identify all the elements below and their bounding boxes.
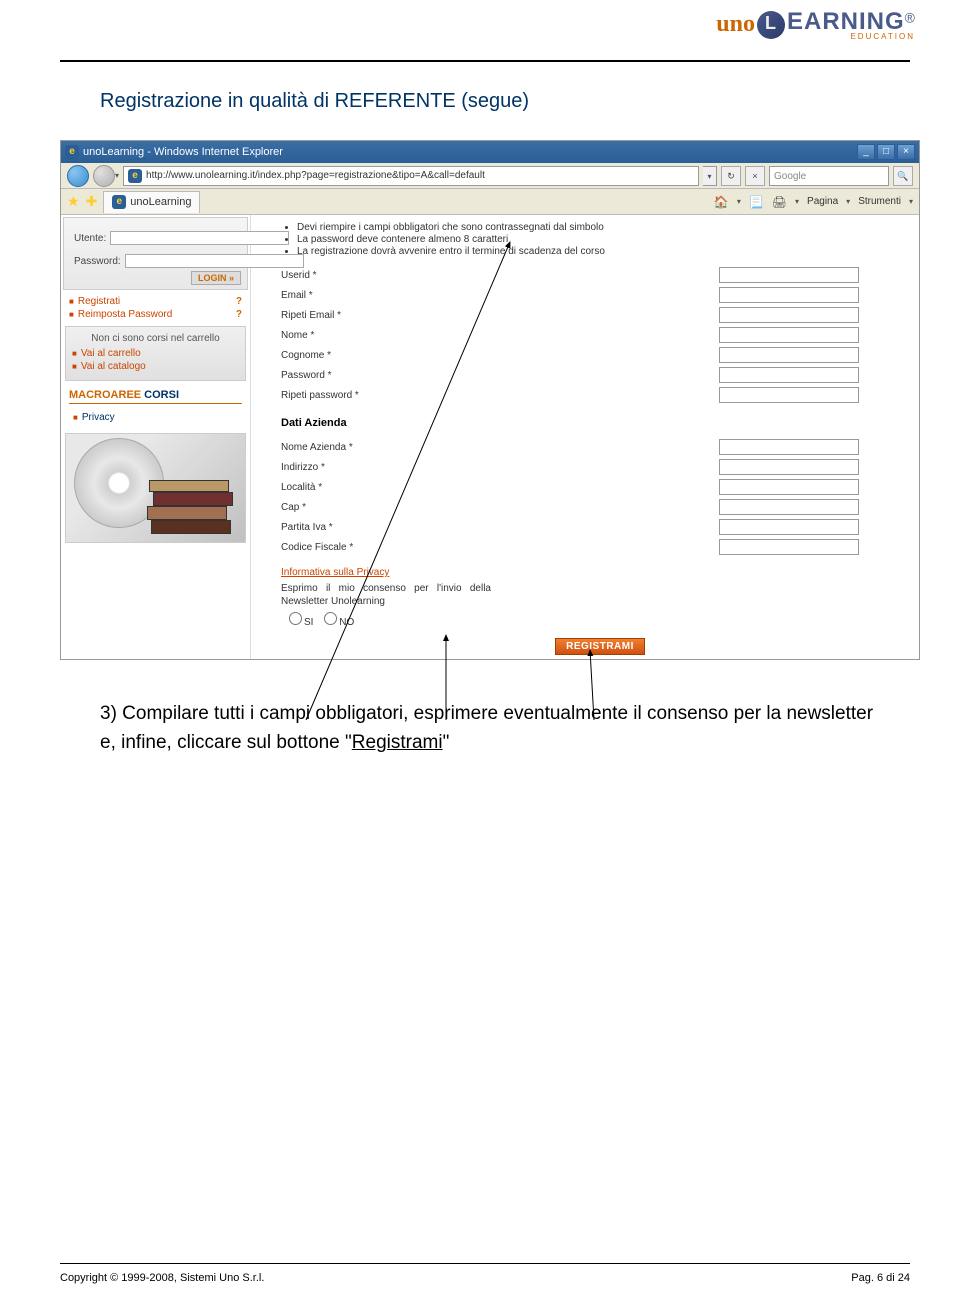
field-label: Password * — [281, 370, 461, 381]
field-label: Ripeti password * — [281, 390, 461, 401]
partita-iva-input[interactable] — [719, 519, 859, 535]
userid-input[interactable] — [719, 267, 859, 283]
header-rule — [60, 60, 910, 62]
utente-label: Utente: — [74, 233, 106, 244]
maximize-button[interactable]: □ — [877, 144, 895, 160]
logo-earning: EARNING — [787, 8, 905, 35]
books-icon — [147, 474, 237, 534]
instruction-text: 3) Compilare tutti i campi obbligatori, … — [100, 700, 880, 757]
registrami-reference: Registrami — [352, 732, 443, 753]
consent-text: Esprimo il mio consenso per l'invio dell… — [281, 582, 491, 608]
dati-azienda-header: Dati Azienda — [281, 417, 859, 429]
consent-si-radio[interactable] — [289, 612, 302, 625]
add-favorite-icon[interactable]: ✚ — [86, 193, 98, 210]
cart-empty-text: Non ci sono corsi nel carrello — [72, 333, 239, 344]
tab-favicon-icon: e — [112, 195, 126, 209]
tab-label: unoLearning — [130, 196, 191, 208]
url-input[interactable]: ehttp://www.unolearning.it/index.php?pag… — [123, 166, 699, 186]
vai-carrello-link[interactable]: ■Vai al carrello — [72, 348, 239, 359]
sidebar: Utente: Password: LOGIN » ■Registrati? ■… — [61, 215, 251, 659]
consent-no-radio[interactable] — [324, 612, 337, 625]
page-menu[interactable]: Pagina — [807, 196, 838, 207]
ie-tab-bar: ★ ✚ e unoLearning 🏠▾ 📃 🖨▾ Pagina▾ Strume… — [61, 189, 919, 215]
back-button[interactable] — [67, 165, 89, 187]
page-content: Utente: Password: LOGIN » ■Registrati? ■… — [61, 215, 919, 659]
field-label: Cognome * — [281, 350, 461, 361]
field-label: Cap * — [281, 502, 461, 513]
cap-input[interactable] — [719, 499, 859, 515]
url-dropdown[interactable]: ▾ — [703, 166, 717, 186]
search-button[interactable]: 🔍 — [893, 166, 913, 186]
ripeti-password-field[interactable] — [719, 387, 859, 403]
browser-tab[interactable]: e unoLearning — [103, 191, 200, 213]
decorative-image — [65, 433, 246, 543]
footer-rule — [60, 1263, 910, 1264]
print-icon[interactable]: 🖨 — [772, 195, 787, 209]
refresh-button[interactable]: ↻ — [721, 166, 741, 186]
consent-radios: SI NO — [281, 612, 859, 628]
list-item: La registrazione dovrà avvenire entro il… — [297, 246, 859, 257]
ripeti-email-input[interactable] — [719, 307, 859, 323]
field-label: Indirizzo * — [281, 462, 461, 473]
favorites-icon[interactable]: ★ — [67, 193, 80, 210]
embedded-screenshot: e unoLearning - Windows Internet Explore… — [60, 140, 920, 660]
field-label: Nome * — [281, 330, 461, 341]
tools-menu[interactable]: Strumenti — [858, 196, 901, 207]
localita-input[interactable] — [719, 479, 859, 495]
help-icon[interactable]: ? — [236, 309, 242, 320]
login-button[interactable]: LOGIN » — [191, 271, 241, 285]
privacy-item[interactable]: ■Privacy — [73, 412, 238, 423]
field-label: Partita Iva * — [281, 522, 461, 533]
field-label: Userid * — [281, 270, 461, 281]
email-input[interactable] — [719, 287, 859, 303]
forward-button[interactable]: ▾ — [93, 165, 119, 187]
macroaree-header: MACROAREE CORSI — [69, 389, 242, 401]
vai-catalogo-link[interactable]: ■Vai al catalogo — [72, 361, 239, 372]
help-icon[interactable]: ? — [236, 296, 242, 307]
field-label: Email * — [281, 290, 461, 301]
logo-uno: uno — [716, 11, 755, 38]
home-icon[interactable]: 🏠 — [714, 195, 729, 209]
privacy-link[interactable]: Informativa sulla Privacy — [281, 567, 859, 578]
list-item: La password deve contenere almeno 8 cara… — [297, 234, 859, 245]
logo-registered: ® — [905, 10, 915, 26]
search-input[interactable]: Google — [769, 166, 889, 186]
ie-titlebar: e unoLearning - Windows Internet Explore… — [61, 141, 919, 163]
password-field[interactable] — [719, 367, 859, 383]
minimize-button[interactable]: _ — [857, 144, 875, 160]
logo-circle-icon — [757, 11, 785, 39]
field-label: Località * — [281, 482, 461, 493]
page-header-logo: uno EARNING® EDUCATION — [716, 8, 915, 41]
window-title: unoLearning - Windows Internet Explorer — [83, 146, 283, 158]
list-item: Devi riempire i campi obbligatori che so… — [297, 222, 859, 233]
stop-button[interactable]: × — [745, 166, 765, 186]
ie-logo-icon: e — [65, 145, 79, 159]
reimposta-link[interactable]: ■Reimposta Password? — [69, 309, 242, 320]
registrati-link[interactable]: ■Registrati? — [69, 296, 242, 307]
registrami-button[interactable]: REGISTRAMI — [555, 638, 645, 655]
cart-box: Non ci sono corsi nel carrello ■Vai al c… — [65, 326, 246, 381]
nome-azienda-input[interactable] — [719, 439, 859, 455]
nome-input[interactable] — [719, 327, 859, 343]
password-label: Password: — [74, 256, 121, 267]
page-footer: Copyright © 1999-2008, Sistemi Uno S.r.l… — [60, 1272, 910, 1284]
section-title: Registrazione in qualità di REFERENTE (s… — [100, 90, 529, 113]
instructions-list: Devi riempire i campi obbligatori che so… — [297, 222, 859, 257]
indirizzo-input[interactable] — [719, 459, 859, 475]
login-box: Utente: Password: LOGIN » — [63, 217, 248, 290]
field-label: Codice Fiscale * — [281, 542, 461, 553]
codice-fiscale-input[interactable] — [719, 539, 859, 555]
feed-icon[interactable]: 📃 — [749, 195, 764, 209]
field-label: Nome Azienda * — [281, 442, 461, 453]
window-controls: _ □ × — [857, 144, 915, 160]
page-number: Pag. 6 di 24 — [851, 1272, 910, 1284]
main-form: Devi riempire i campi obbligatori che so… — [251, 215, 919, 659]
copyright-text: Copyright © 1999-2008, Sistemi Uno S.r.l… — [60, 1272, 264, 1284]
ie-address-bar: ▾ ehttp://www.unolearning.it/index.php?p… — [61, 163, 919, 189]
cognome-input[interactable] — [719, 347, 859, 363]
close-button[interactable]: × — [897, 144, 915, 160]
field-label: Ripeti Email * — [281, 310, 461, 321]
